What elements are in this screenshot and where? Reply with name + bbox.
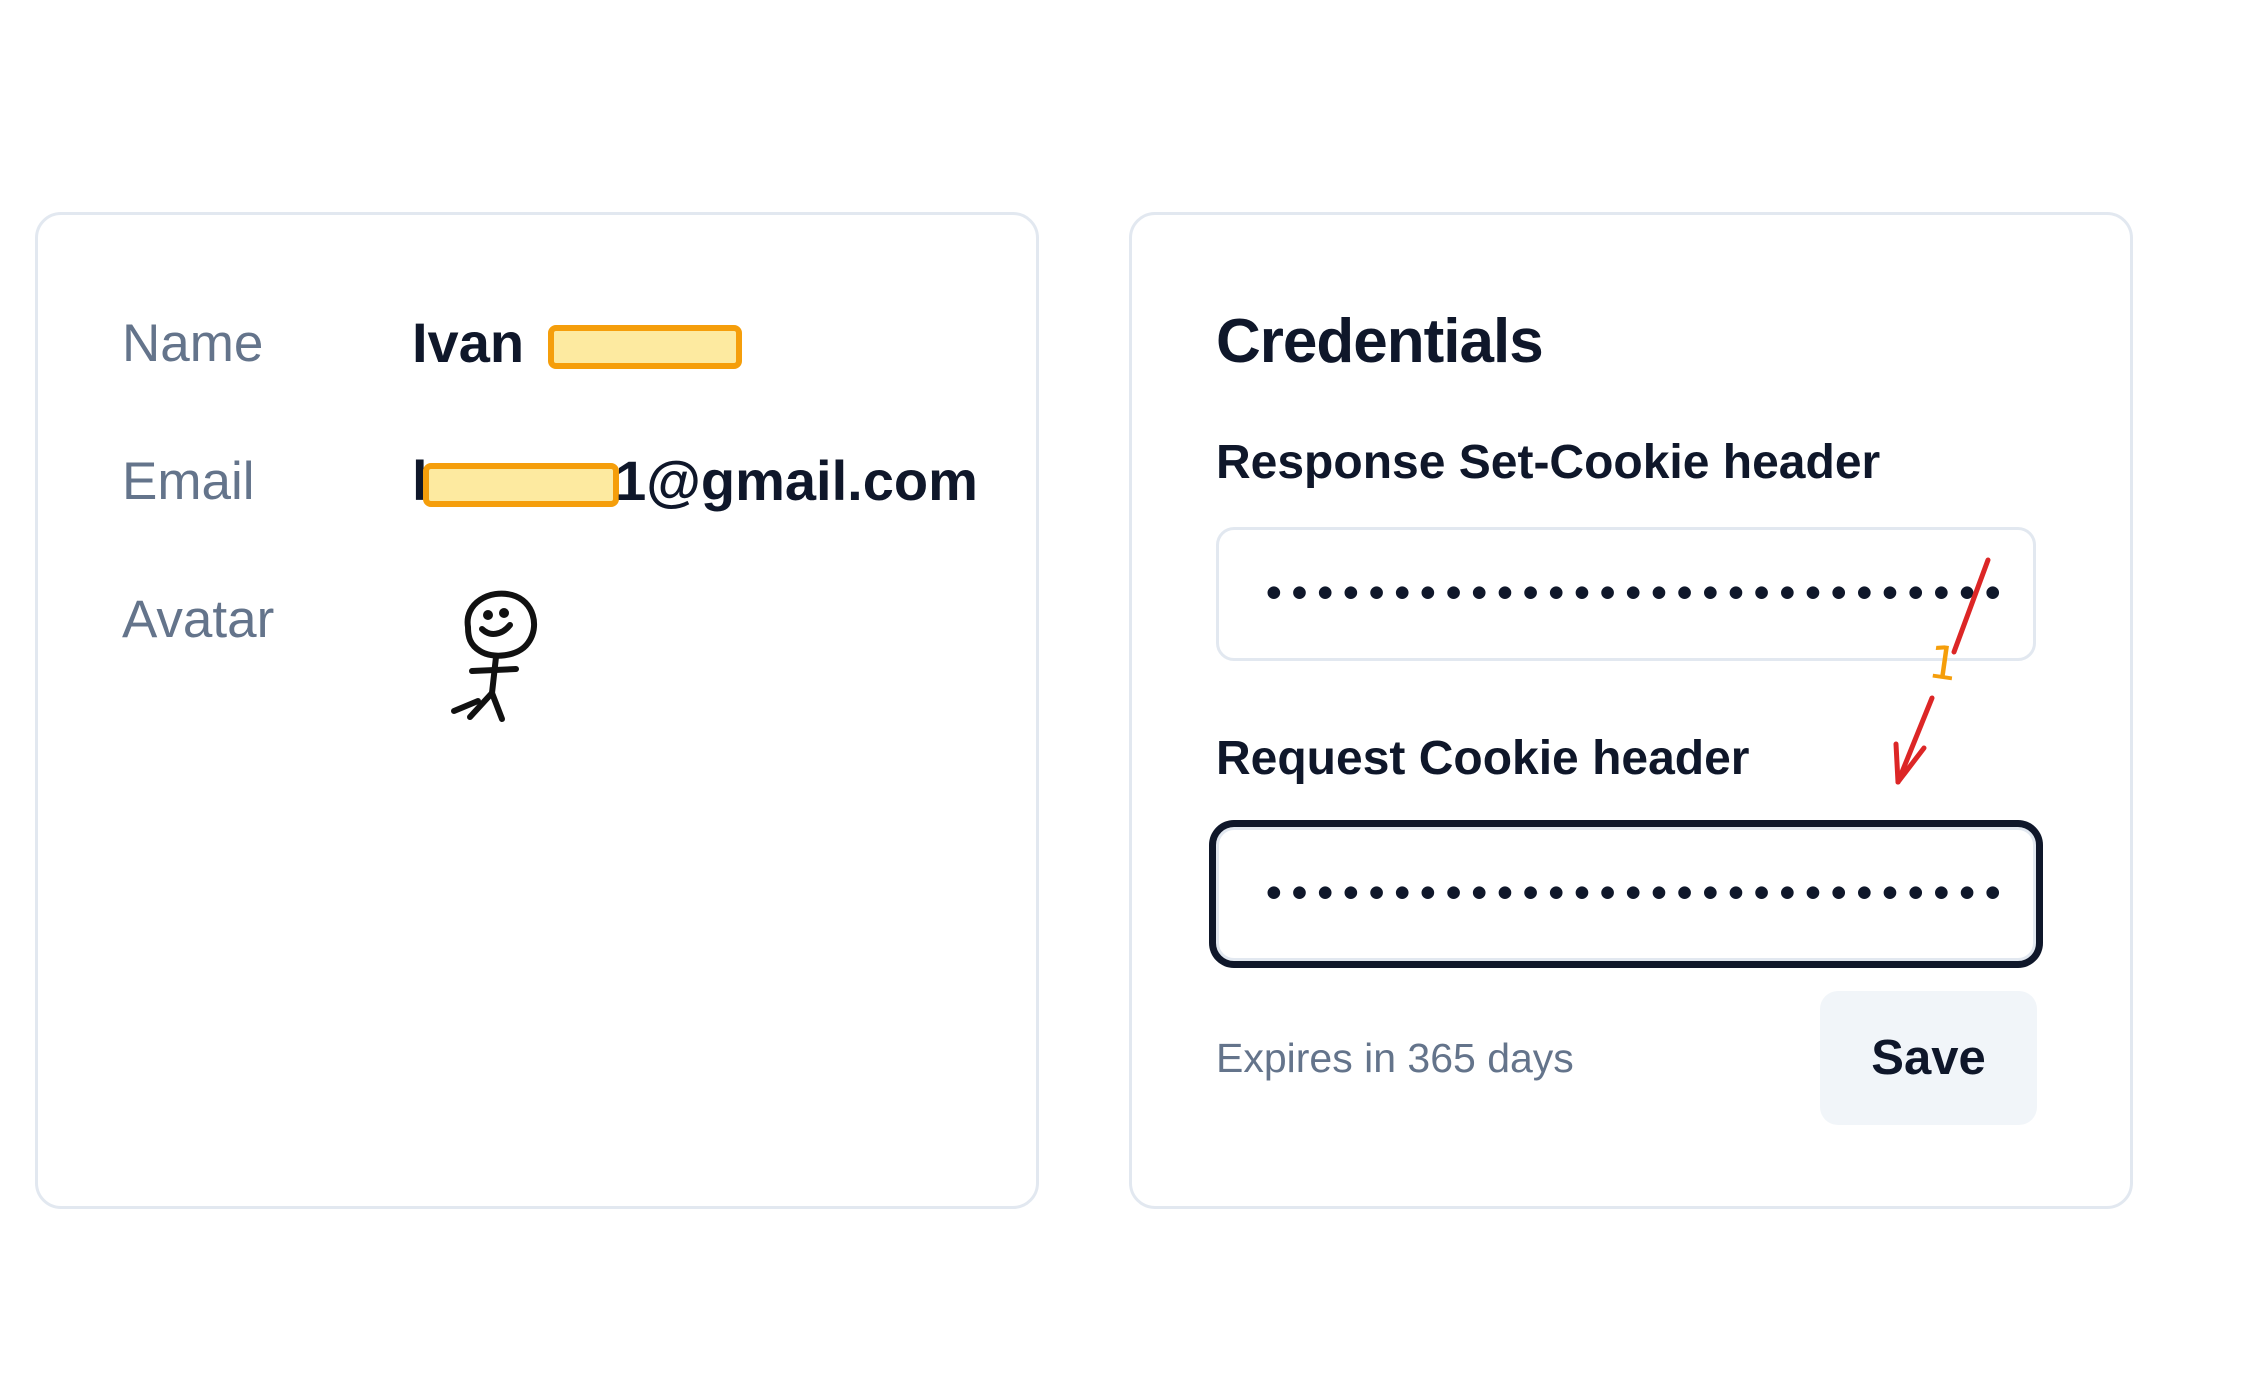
expiry-note: Expires in 365 days <box>1216 1035 1574 1081</box>
page: Name Ivan Email k1@gmail.com Avatar <box>0 0 2254 1396</box>
redaction-mark <box>547 325 742 370</box>
email-label: Email <box>122 452 255 511</box>
response-cookie-label: Response Set-Cookie header <box>1216 436 1881 489</box>
name-label: Name <box>122 314 264 373</box>
avatar-stick-figure-icon <box>451 590 538 722</box>
avatar-label: Avatar <box>122 590 275 649</box>
save-button[interactable]: Save <box>1820 991 2037 1125</box>
redaction-mark <box>423 463 620 508</box>
name-value: Ivan <box>412 315 742 371</box>
email-suffix: 1@gmail.com <box>615 449 978 512</box>
request-cookie-label: Request Cookie header <box>1216 732 1750 785</box>
profile-card: Name Ivan Email k1@gmail.com Avatar <box>35 212 1039 1209</box>
request-cookie-input[interactable] <box>1216 827 2036 961</box>
name-text: Ivan <box>412 311 525 374</box>
credentials-title: Credentials <box>1216 307 1544 376</box>
credentials-card: Credentials Response Set-Cookie header R… <box>1129 212 2133 1209</box>
email-value: k1@gmail.com <box>412 453 978 509</box>
response-cookie-input[interactable] <box>1216 527 2036 661</box>
